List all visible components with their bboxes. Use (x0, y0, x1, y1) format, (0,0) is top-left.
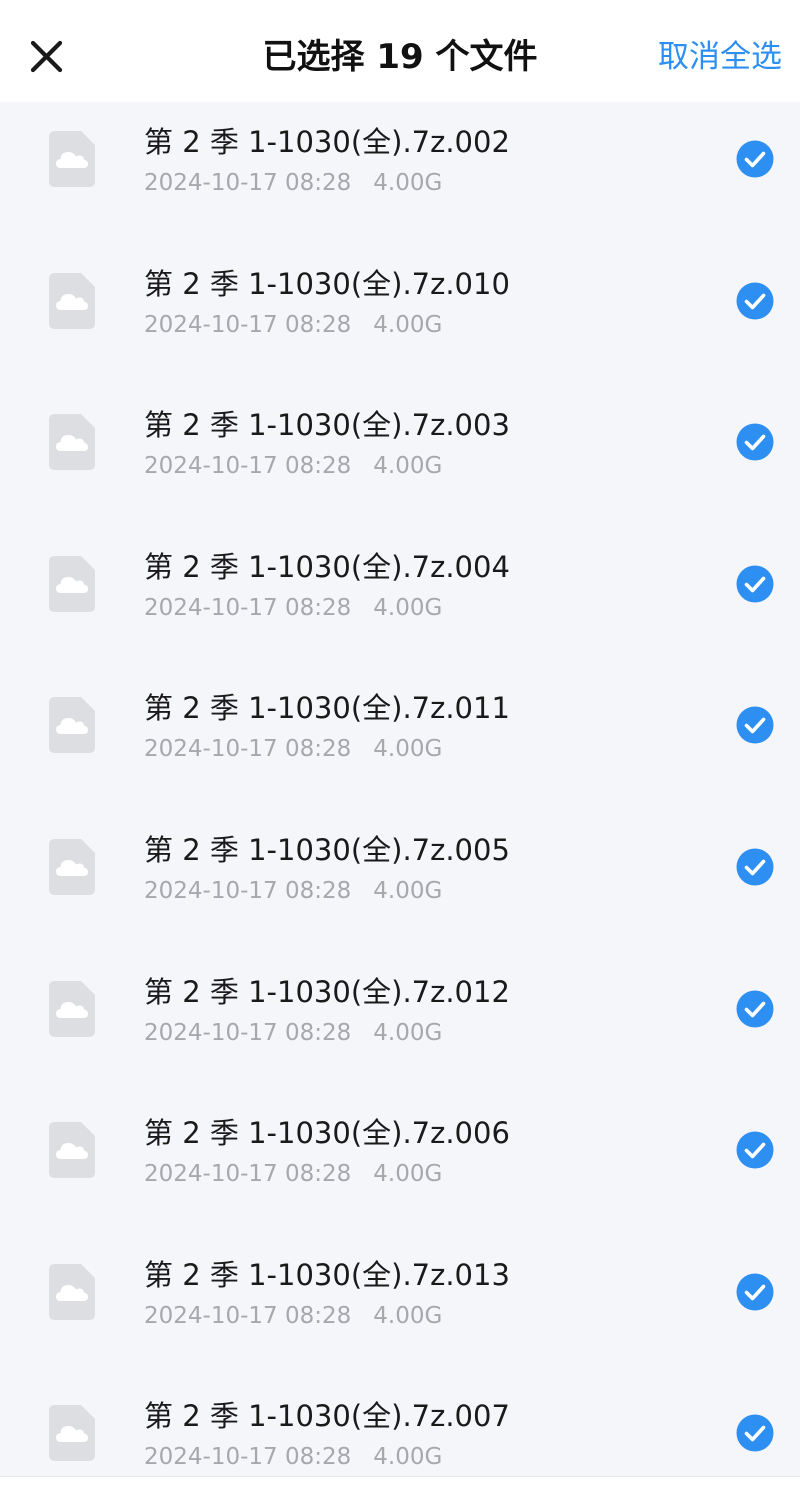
list-item[interactable]: 第 2 季 1-1030(全).7z.011 2024-10-17 08:28 4.… (0, 668, 800, 810)
check-circle-icon[interactable] (736, 565, 774, 603)
file-size: 4.00G (373, 1303, 443, 1329)
file-meta: 2024-10-17 08:28 4.00G (144, 1442, 442, 1472)
close-icon[interactable] (22, 30, 72, 80)
file-meta: 2024-10-17 08:28 4.00G (144, 593, 442, 623)
check-circle-icon[interactable] (736, 423, 774, 461)
file-name: 第 2 季 1-1030(全).7z.007 (144, 1399, 510, 1433)
file-meta: 2024-10-17 08:28 4.00G (144, 876, 442, 906)
cloud-file-icon (49, 981, 95, 1037)
file-date: 2024-10-17 08:28 (144, 1303, 352, 1329)
list-item[interactable]: 第 2 季 1-1030(全).7z.005 2024-10-17 08:28 4.… (0, 810, 800, 952)
list-item[interactable]: 第 2 季 1-1030(全).7z.003 2024-10-17 08:28 4.… (0, 385, 800, 527)
check-circle-icon[interactable] (736, 1273, 774, 1311)
check-circle-icon[interactable] (736, 990, 774, 1028)
cloud-file-icon (49, 1264, 95, 1320)
cloud-file-icon (49, 839, 95, 895)
check-circle-icon[interactable] (736, 848, 774, 886)
list-item[interactable]: 第 2 季 1-1030(全).7z.012 2024-10-17 08:28 4.… (0, 952, 800, 1094)
file-date: 2024-10-17 08:28 (144, 1161, 352, 1187)
check-circle-icon[interactable] (736, 706, 774, 744)
list-item[interactable]: 第 2 季 1-1030(全).7z.007 2024-10-17 08:28 4.… (0, 1376, 800, 1476)
list-item[interactable]: 第 2 季 1-1030(全).7z.013 2024-10-17 08:28 4.… (0, 1235, 800, 1377)
file-size: 4.00G (373, 595, 443, 621)
file-date: 2024-10-17 08:28 (144, 878, 352, 904)
cloud-file-icon (49, 556, 95, 612)
list-item[interactable]: 第 2 季 1-1030(全).7z.002 2024-10-17 08:28 4.… (0, 102, 800, 244)
file-meta: 2024-10-17 08:28 4.00G (144, 168, 442, 198)
file-date: 2024-10-17 08:28 (144, 595, 352, 621)
file-date: 2024-10-17 08:28 (144, 1444, 352, 1470)
file-meta: 2024-10-17 08:28 4.00G (144, 1018, 442, 1048)
cloud-file-icon (49, 1122, 95, 1178)
file-size: 4.00G (373, 170, 443, 196)
file-size: 4.00G (373, 736, 443, 762)
file-date: 2024-10-17 08:28 (144, 736, 352, 762)
check-circle-icon[interactable] (736, 1131, 774, 1169)
check-circle-icon[interactable] (736, 282, 774, 320)
list-item[interactable]: 第 2 季 1-1030(全).7z.010 2024-10-17 08:28 4.… (0, 244, 800, 386)
file-name: 第 2 季 1-1030(全).7z.010 (144, 267, 510, 301)
file-size: 4.00G (373, 1444, 443, 1470)
file-meta: 2024-10-17 08:28 4.00G (144, 451, 442, 481)
cloud-file-icon (49, 697, 95, 753)
file-name: 第 2 季 1-1030(全).7z.011 (144, 691, 510, 725)
file-name: 第 2 季 1-1030(全).7z.013 (144, 1258, 510, 1292)
cancel-select-all-button[interactable]: 取消全选 (658, 32, 782, 82)
file-name: 第 2 季 1-1030(全).7z.006 (144, 1116, 510, 1150)
file-name: 第 2 季 1-1030(全).7z.002 (144, 125, 510, 159)
file-meta: 2024-10-17 08:28 4.00G (144, 1301, 442, 1331)
file-meta: 2024-10-17 08:28 4.00G (144, 734, 442, 764)
file-date: 2024-10-17 08:28 (144, 170, 352, 196)
file-size: 4.00G (373, 453, 443, 479)
cloud-file-icon (49, 1405, 95, 1461)
file-list: 第 2 季 1-1030(全).7z.002 2024-10-17 08:28 4.… (0, 102, 800, 1476)
bottom-bar (0, 1477, 800, 1489)
file-date: 2024-10-17 08:28 (144, 453, 352, 479)
cloud-file-icon (49, 414, 95, 470)
file-name: 第 2 季 1-1030(全).7z.012 (144, 975, 510, 1009)
top-bar: 已选择 19 个文件 取消全选 (0, 0, 800, 102)
file-date: 2024-10-17 08:28 (144, 312, 352, 338)
file-date: 2024-10-17 08:28 (144, 1020, 352, 1046)
list-item[interactable]: 第 2 季 1-1030(全).7z.004 2024-10-17 08:28 4.… (0, 527, 800, 669)
file-name: 第 2 季 1-1030(全).7z.003 (144, 408, 510, 442)
cloud-file-icon (49, 273, 95, 329)
file-meta: 2024-10-17 08:28 4.00G (144, 1159, 442, 1189)
check-circle-icon[interactable] (736, 140, 774, 178)
list-item[interactable]: 第 2 季 1-1030(全).7z.006 2024-10-17 08:28 4.… (0, 1093, 800, 1235)
file-size: 4.00G (373, 1020, 443, 1046)
check-circle-icon[interactable] (736, 1414, 774, 1452)
file-size: 4.00G (373, 878, 443, 904)
file-size: 4.00G (373, 312, 443, 338)
file-size: 4.00G (373, 1161, 443, 1187)
file-meta: 2024-10-17 08:28 4.00G (144, 310, 442, 340)
cloud-file-icon (49, 131, 95, 187)
file-name: 第 2 季 1-1030(全).7z.004 (144, 550, 510, 584)
file-name: 第 2 季 1-1030(全).7z.005 (144, 833, 510, 867)
